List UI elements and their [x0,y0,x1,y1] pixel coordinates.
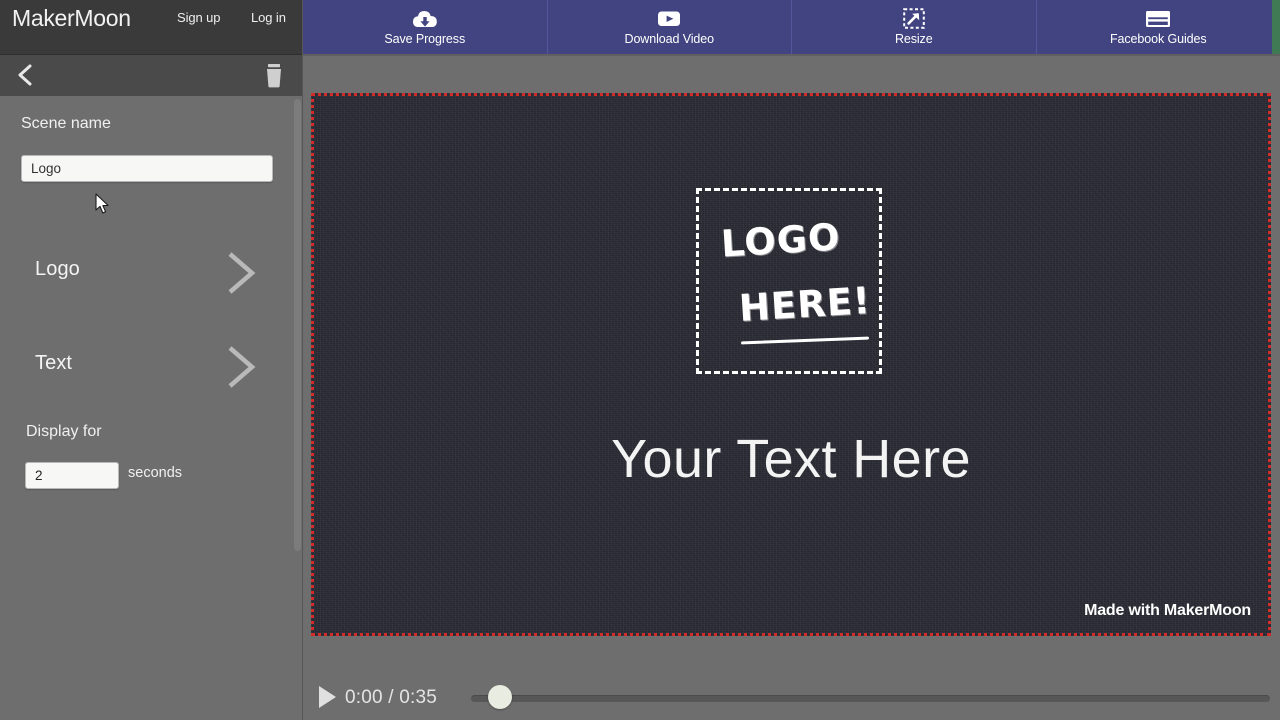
time-display: 0:00 / 0:35 [345,687,437,708]
scene-name-input[interactable] [21,155,273,182]
facebook-guides-button[interactable]: Facebook Guides [1037,0,1280,54]
toolbar-button-label: Resize [894,31,933,46]
logo-placeholder[interactable]: LOGO HERE! [696,188,882,374]
left-panel: MakerMoon Sign up Log in Scene name Logo… [0,0,303,720]
display-for-label: Display for [26,423,102,440]
logo-placeholder-text: LOGO HERE! [699,191,879,371]
delete-scene-button[interactable] [263,63,285,88]
duration-unit-label: seconds [128,465,183,481]
toolbar-button-label: Save Progress [384,31,466,46]
canvas-stage: LOGO HERE! Your Text Here Made with Make… [303,56,1280,720]
login-link[interactable]: Log in [251,10,286,25]
seek-handle[interactable] [488,685,512,709]
toolbar-button-label: Facebook Guides [1110,31,1207,46]
logo-placeholder-underline [740,336,870,345]
sidebar-scroll-area: Scene name Logo Text Display for [0,96,303,720]
layer-row-text[interactable]: Text [0,330,288,402]
signup-link[interactable]: Sign up [177,10,221,25]
scene-name-label: Scene name [21,115,111,132]
guides-rectangle-icon [1145,9,1171,29]
logo-placeholder-line-1: LOGO [719,215,842,266]
chevron-right-icon [222,342,262,392]
resize-arrow-icon [902,8,925,29]
duration-input[interactable] [25,462,119,489]
canvas-main-text[interactable]: Your Text Here [314,428,1268,490]
seek-bar[interactable] [471,695,1270,702]
save-progress-button[interactable]: Save Progress [303,0,548,54]
logo-placeholder-line-2: HERE! [737,279,873,330]
scene-header-bar [0,55,303,96]
video-canvas[interactable]: LOGO HERE! Your Text Here Made with Make… [311,93,1271,636]
brand-title: MakerMoon [12,5,131,31]
player-controls: 0:00 / 0:35 [303,676,1280,720]
brand-bar: MakerMoon Sign up Log in [0,0,303,55]
chevron-right-icon [222,248,262,298]
youtube-play-icon [656,9,682,29]
back-button[interactable] [13,60,39,90]
layer-row-logo[interactable]: Logo [0,236,288,308]
toolbar-button-label: Download Video [624,31,715,46]
layer-row-label: Text [35,352,73,374]
resize-button[interactable]: Resize [792,0,1037,54]
layer-row-label: Logo [35,258,80,280]
play-button[interactable] [316,684,338,710]
top-toolbar: Save Progress Download Video Resize Face… [303,0,1280,54]
canvas-watermark: Made with MakerMoon [1084,602,1251,619]
app-root: MakerMoon Sign up Log in Scene name Logo… [0,0,1280,720]
cloud-download-icon [412,9,438,29]
download-video-button[interactable]: Download Video [548,0,792,54]
sidebar-scrollbar-thumb[interactable] [294,99,301,551]
toolbar-right-accent [1272,0,1280,54]
